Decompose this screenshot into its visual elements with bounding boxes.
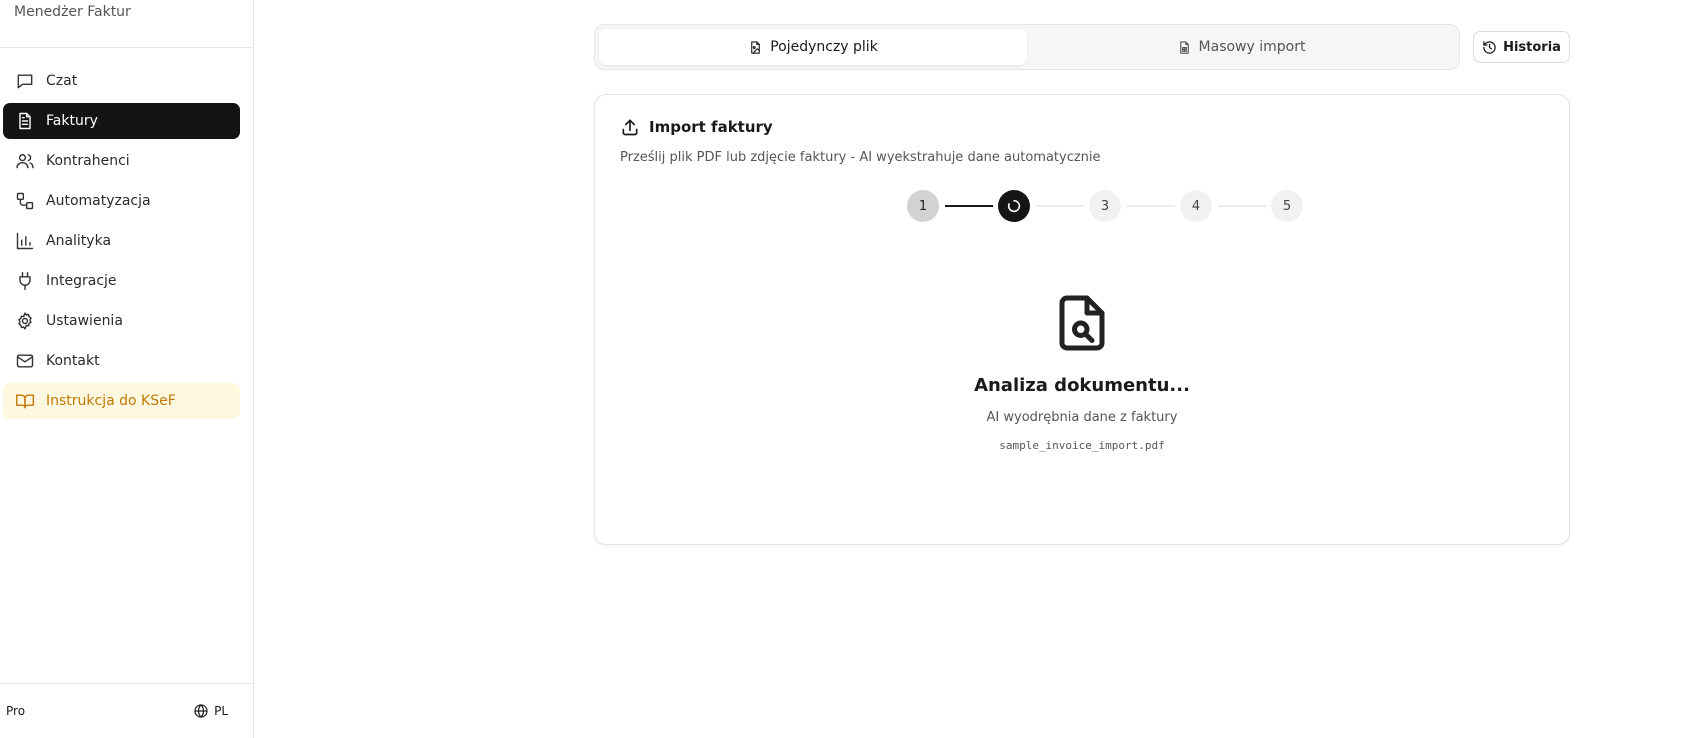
step-connector bbox=[1036, 205, 1084, 207]
tab-label: Masowy import bbox=[1198, 39, 1306, 55]
sidebar-item-analityka[interactable]: Analityka bbox=[3, 223, 240, 259]
sidebar-item-automatyzacja[interactable]: Automatyzacja bbox=[3, 183, 240, 219]
step-5: 5 bbox=[1271, 190, 1303, 222]
sidebar-item-kontakt[interactable]: Kontakt bbox=[3, 343, 240, 379]
sidebar-item-label: Automatyzacja bbox=[46, 193, 151, 209]
sidebar-footer: Pro PL bbox=[0, 683, 253, 738]
analysis-status: Analiza dokumentu... AI wyodrębnia dane … bbox=[595, 293, 1569, 452]
sidebar-item-label: Ustawienia bbox=[46, 313, 123, 329]
sidebar-item-label: Analityka bbox=[46, 233, 112, 249]
spinner-icon bbox=[1006, 198, 1022, 214]
sidebar-item-label: Kontrahenci bbox=[46, 153, 130, 169]
sidebar-item-instrukcja-ksef[interactable]: Instrukcja do KSeF bbox=[3, 383, 240, 419]
workflow-icon bbox=[14, 190, 36, 212]
step-3: 3 bbox=[1089, 190, 1121, 222]
tab-bulk-import[interactable]: Masowy import bbox=[1027, 29, 1455, 65]
card-subtitle: Prześlij plik PDF lub zdjęcie faktury - … bbox=[620, 150, 1101, 165]
card-title: Import faktury bbox=[620, 117, 773, 137]
step-2 bbox=[998, 190, 1030, 222]
step-connector bbox=[1127, 205, 1175, 207]
step-1: 1 bbox=[907, 190, 939, 222]
plug-icon bbox=[14, 270, 36, 292]
sidebar-item-label: Instrukcja do KSeF bbox=[46, 393, 176, 409]
chat-icon bbox=[14, 70, 36, 92]
step-4: 4 bbox=[1180, 190, 1212, 222]
sidebar-item-label: Integracje bbox=[46, 273, 117, 289]
history-label: Historia bbox=[1503, 39, 1561, 55]
sidebar-item-integracje[interactable]: Integracje bbox=[3, 263, 240, 299]
history-icon bbox=[1482, 40, 1497, 55]
analysis-description: AI wyodrębnia dane z faktury bbox=[986, 410, 1178, 425]
language-label: PL bbox=[214, 704, 228, 718]
sidebar-item-kontrahenci[interactable]: Kontrahenci bbox=[3, 143, 240, 179]
upload-icon bbox=[620, 117, 640, 137]
file-text-icon bbox=[14, 110, 36, 132]
sidebar-item-label: Kontakt bbox=[46, 353, 100, 369]
import-card: Import faktury Prześlij plik PDF lub zdj… bbox=[594, 94, 1570, 545]
sidebar-item-faktury[interactable]: Faktury bbox=[3, 103, 240, 139]
import-mode-tabs: Pojedynczy plik Masowy import bbox=[594, 24, 1460, 70]
sidebar: Menedżer Faktur Czat Faktury Kontrahenci… bbox=[0, 0, 254, 738]
file-name: sample_invoice_import.pdf bbox=[999, 439, 1165, 452]
book-open-icon bbox=[14, 390, 36, 412]
app-title: Menedżer Faktur bbox=[0, 0, 253, 48]
globe-icon bbox=[193, 703, 209, 719]
analysis-title: Analiza dokumentu... bbox=[974, 375, 1190, 396]
users-icon bbox=[14, 150, 36, 172]
sidebar-nav: Czat Faktury Kontrahenci Automatyzacja A… bbox=[0, 48, 253, 419]
mail-icon bbox=[14, 350, 36, 372]
sidebar-item-ustawienia[interactable]: Ustawienia bbox=[3, 303, 240, 339]
tab-label: Pojedynczy plik bbox=[770, 39, 878, 55]
sidebar-item-label: Czat bbox=[46, 73, 78, 89]
history-button[interactable]: Historia bbox=[1473, 31, 1570, 63]
step-indicator: 1 3 4 5 bbox=[907, 190, 1303, 222]
gear-icon bbox=[14, 310, 36, 332]
file-image-icon bbox=[748, 40, 763, 55]
bar-chart-icon bbox=[14, 230, 36, 252]
sidebar-item-label: Faktury bbox=[46, 113, 98, 129]
file-spreadsheet-icon bbox=[1177, 40, 1192, 55]
plan-badge: Pro bbox=[6, 704, 26, 718]
sidebar-item-czat[interactable]: Czat bbox=[3, 63, 240, 99]
file-search-icon bbox=[1052, 293, 1112, 353]
tab-single-file[interactable]: Pojedynczy plik bbox=[599, 29, 1027, 65]
step-connector bbox=[1218, 205, 1266, 207]
language-switcher[interactable]: PL bbox=[193, 703, 228, 719]
step-connector bbox=[945, 205, 993, 207]
card-title-text: Import faktury bbox=[649, 118, 773, 136]
